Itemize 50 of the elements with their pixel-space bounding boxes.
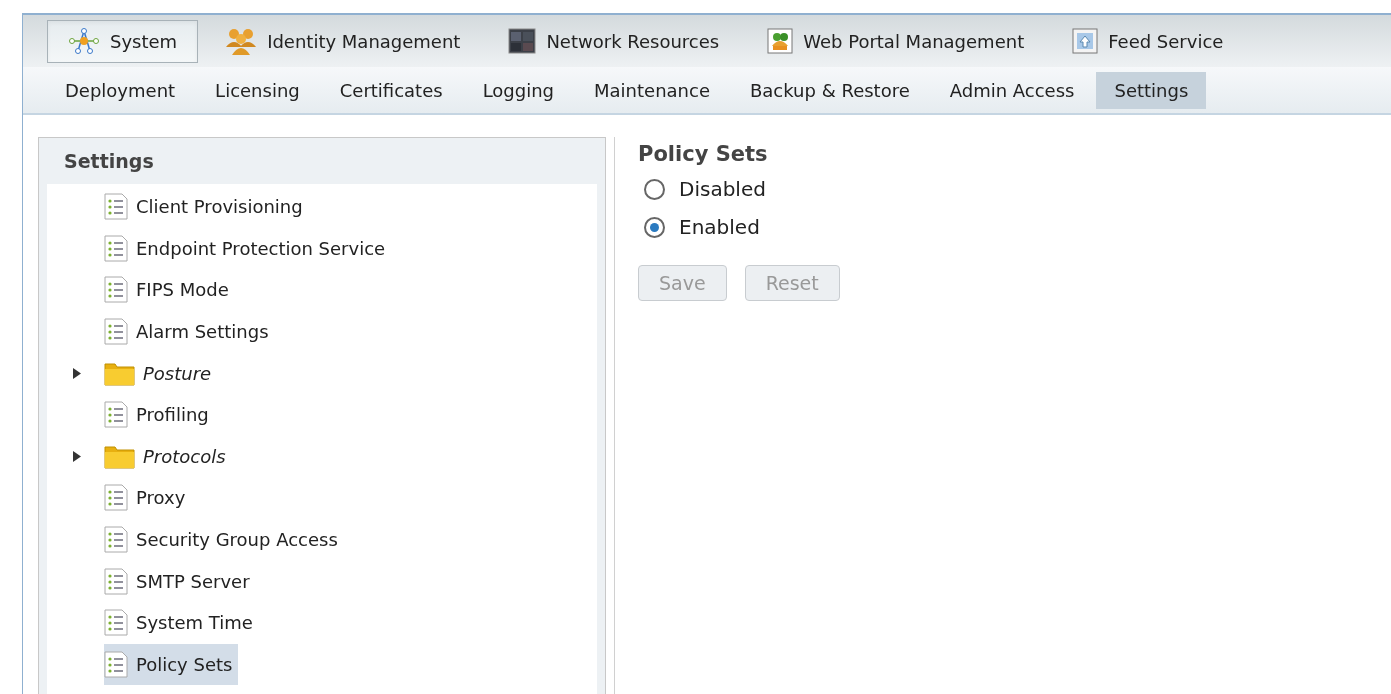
tree-item[interactable]: Policy Sets bbox=[104, 643, 239, 685]
document-list-icon bbox=[104, 567, 128, 595]
radio-button[interactable] bbox=[644, 178, 665, 200]
sub-tab[interactable]: Certificates bbox=[321, 71, 461, 109]
grid-icon bbox=[508, 28, 537, 54]
tree-item[interactable]: Client Provisioning bbox=[104, 186, 309, 228]
people-icon bbox=[225, 27, 258, 55]
sub-tab[interactable]: Backup & Restore bbox=[731, 71, 928, 109]
folder-icon bbox=[104, 443, 135, 469]
tree-item[interactable]: Endpoint Protection Service bbox=[104, 227, 392, 269]
tree-item[interactable]: Proxy bbox=[104, 477, 192, 519]
document-list-icon bbox=[104, 526, 128, 554]
expand-arrow-icon[interactable] bbox=[72, 450, 81, 462]
tree-item[interactable]: Profiling bbox=[104, 394, 215, 436]
sidebar-title: Settings bbox=[63, 148, 155, 174]
document-list-icon bbox=[104, 193, 128, 221]
document-list-icon bbox=[104, 484, 128, 512]
document-list-icon bbox=[104, 650, 128, 678]
tree-item[interactable]: Security Group Access bbox=[104, 519, 344, 561]
document-list-icon bbox=[104, 318, 128, 346]
document-list-icon bbox=[104, 609, 128, 637]
top-tab[interactable]: Feed Service bbox=[1051, 19, 1245, 63]
section-title: Policy Sets bbox=[638, 141, 768, 168]
top-tab[interactable]: System bbox=[47, 19, 199, 63]
feed-icon bbox=[1072, 28, 1099, 54]
document-list-icon bbox=[104, 234, 128, 262]
sub-tab[interactable]: Admin Access bbox=[931, 71, 1093, 109]
portal-icon bbox=[767, 28, 794, 54]
radio-label[interactable]: Disabled bbox=[679, 174, 766, 204]
sub-tab[interactable]: Licensing bbox=[197, 71, 318, 109]
top-tab[interactable]: Identity Management bbox=[204, 19, 482, 63]
sub-tab[interactable]: Logging bbox=[464, 71, 573, 109]
radio-button[interactable] bbox=[644, 216, 665, 238]
tree-item[interactable]: Posture bbox=[104, 352, 218, 394]
folder-icon bbox=[104, 360, 135, 386]
top-tab[interactable]: Network Resources bbox=[487, 19, 741, 63]
top-tab[interactable]: Web Portal Management bbox=[746, 19, 1046, 63]
document-list-icon bbox=[104, 276, 128, 304]
tree-item[interactable]: Alarm Settings bbox=[104, 311, 275, 353]
sub-tab[interactable]: Maintenance bbox=[576, 71, 728, 109]
tree-item[interactable]: Protocols bbox=[104, 435, 232, 477]
tree-item[interactable]: SMTP Server bbox=[104, 560, 256, 602]
document-list-icon bbox=[104, 401, 128, 429]
tree-item[interactable]: System Time bbox=[104, 602, 259, 644]
sub-tab[interactable]: Deployment bbox=[47, 71, 194, 109]
expand-arrow-icon[interactable] bbox=[72, 367, 81, 379]
network-icon bbox=[68, 28, 100, 54]
tree-item[interactable]: FIPS Mode bbox=[104, 269, 235, 311]
sub-tab[interactable]: Settings bbox=[1096, 71, 1207, 109]
radio-label[interactable]: Enabled bbox=[679, 212, 760, 242]
